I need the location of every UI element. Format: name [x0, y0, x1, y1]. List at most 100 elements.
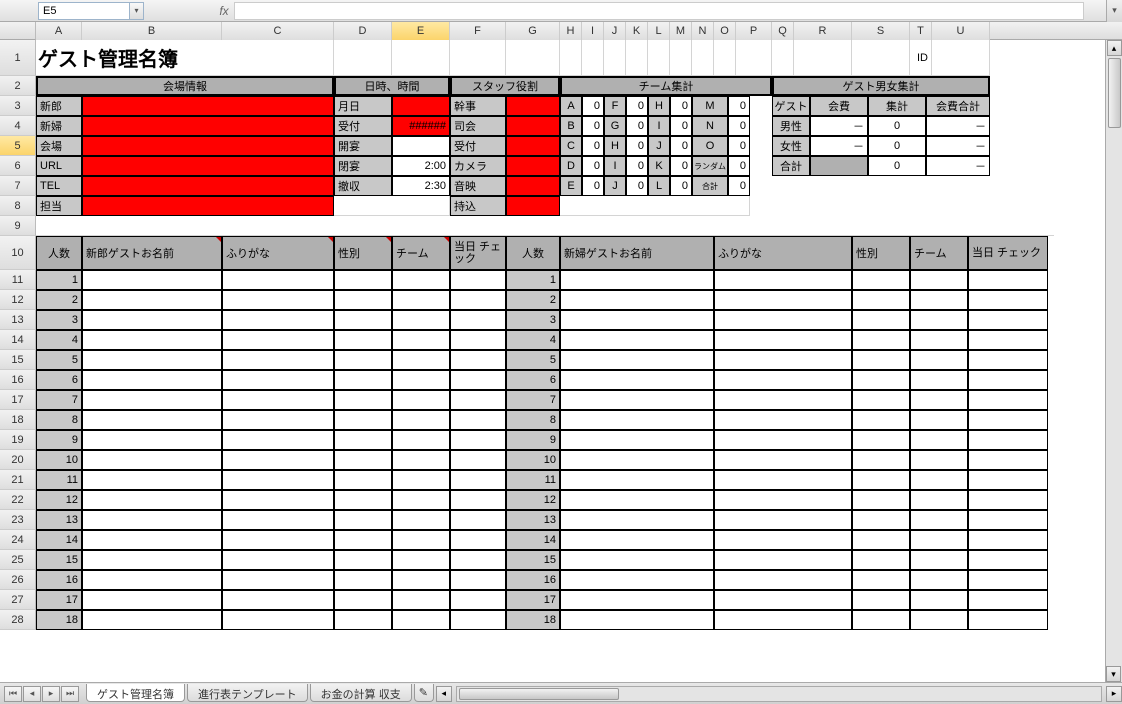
- col-groom-name[interactable]: 新郎ゲストお名前: [82, 236, 222, 270]
- guest-furigana-right[interactable]: [714, 310, 852, 330]
- row-header[interactable]: 8: [0, 196, 36, 216]
- name-box[interactable]: E5: [38, 2, 130, 20]
- guest-name-left[interactable]: [82, 410, 222, 430]
- row-header[interactable]: 12: [0, 290, 36, 310]
- guest-team-right[interactable]: [910, 390, 968, 410]
- col-header-K[interactable]: K: [626, 22, 648, 40]
- guest-gender-right[interactable]: [852, 550, 910, 570]
- team-cell[interactable]: 0: [728, 176, 750, 196]
- col-furigana-right[interactable]: ふりがな: [714, 236, 852, 270]
- guest-team-right[interactable]: [910, 410, 968, 430]
- guest-check-right[interactable]: [968, 570, 1048, 590]
- row-header[interactable]: 6: [0, 156, 36, 176]
- staff-value[interactable]: [506, 136, 560, 156]
- guest-name-left[interactable]: [82, 570, 222, 590]
- team-cell[interactable]: 0: [670, 96, 692, 116]
- team-cell[interactable]: E: [560, 176, 582, 196]
- team-cell[interactable]: C: [560, 136, 582, 156]
- guest-name-left[interactable]: [82, 510, 222, 530]
- col-people-right[interactable]: 人数: [506, 236, 560, 270]
- team-cell[interactable]: O: [692, 136, 728, 156]
- guest-name-right[interactable]: [560, 550, 714, 570]
- guest-num-left[interactable]: 2: [36, 290, 82, 310]
- guest-furigana-left[interactable]: [222, 490, 334, 510]
- row-header[interactable]: 11: [0, 270, 36, 290]
- vscroll-track[interactable]: [1106, 57, 1122, 665]
- team-cell[interactable]: 合計: [692, 176, 728, 196]
- guest-gender-right[interactable]: [852, 610, 910, 630]
- guest-name-left[interactable]: [82, 550, 222, 570]
- guest-name-left[interactable]: [82, 270, 222, 290]
- guest-gender-left[interactable]: [334, 610, 392, 630]
- guest-furigana-right[interactable]: [714, 490, 852, 510]
- row-header[interactable]: 25: [0, 550, 36, 570]
- horizontal-scrollbar[interactable]: [456, 686, 1102, 702]
- col-gender-right[interactable]: 性別: [852, 236, 910, 270]
- guest-name-left[interactable]: [82, 430, 222, 450]
- cell[interactable]: [334, 196, 450, 216]
- guest-num-right[interactable]: 4: [506, 330, 560, 350]
- guest-gender-right[interactable]: [852, 470, 910, 490]
- guest-num-right[interactable]: 2: [506, 290, 560, 310]
- guest-num-left[interactable]: 1: [36, 270, 82, 290]
- col-header-A[interactable]: A: [36, 22, 82, 40]
- guest-name-right[interactable]: [560, 290, 714, 310]
- guest-gender-left[interactable]: [334, 310, 392, 330]
- guest-gender-left[interactable]: [334, 290, 392, 310]
- sheet-tab[interactable]: お金の計算 収支: [310, 684, 412, 702]
- guest-check-right[interactable]: [968, 610, 1048, 630]
- guest-furigana-left[interactable]: [222, 570, 334, 590]
- guest-num-right[interactable]: 5: [506, 350, 560, 370]
- guest-check-right[interactable]: [968, 370, 1048, 390]
- col-header-O[interactable]: O: [714, 22, 736, 40]
- guest-furigana-right[interactable]: [714, 430, 852, 450]
- col-header-M[interactable]: M: [670, 22, 692, 40]
- col-header-I[interactable]: I: [582, 22, 604, 40]
- guest-team-left[interactable]: [392, 610, 450, 630]
- guest-check-left[interactable]: [450, 610, 506, 630]
- guest-name-left[interactable]: [82, 610, 222, 630]
- col-gender-left[interactable]: 性別: [334, 236, 392, 270]
- guest-check-left[interactable]: [450, 570, 506, 590]
- guest-furigana-left[interactable]: [222, 590, 334, 610]
- vertical-scrollbar[interactable]: ▴ ▾: [1105, 40, 1122, 682]
- guest-num-right[interactable]: 8: [506, 410, 560, 430]
- cell[interactable]: [750, 116, 772, 136]
- gender-count[interactable]: 0: [868, 116, 926, 136]
- row-header[interactable]: 23: [0, 510, 36, 530]
- guest-check-right[interactable]: [968, 290, 1048, 310]
- row-header[interactable]: 17: [0, 390, 36, 410]
- guest-team-right[interactable]: [910, 450, 968, 470]
- guest-gender-right[interactable]: [852, 390, 910, 410]
- guest-name-right[interactable]: [560, 530, 714, 550]
- guest-name-left[interactable]: [82, 390, 222, 410]
- guest-name-right[interactable]: [560, 570, 714, 590]
- guest-gender-right[interactable]: [852, 370, 910, 390]
- guest-gender-left[interactable]: [334, 370, 392, 390]
- guest-num-right[interactable]: 3: [506, 310, 560, 330]
- hscroll-right-button[interactable]: ▸: [1106, 686, 1122, 702]
- staff-value[interactable]: [506, 176, 560, 196]
- guest-num-left[interactable]: 11: [36, 470, 82, 490]
- team-cell[interactable]: 0: [670, 176, 692, 196]
- venue-value[interactable]: [82, 116, 334, 136]
- row-header[interactable]: 13: [0, 310, 36, 330]
- row-header[interactable]: 16: [0, 370, 36, 390]
- guest-gender-left[interactable]: [334, 570, 392, 590]
- guest-furigana-left[interactable]: [222, 310, 334, 330]
- guest-num-right[interactable]: 18: [506, 610, 560, 630]
- team-cell[interactable]: 0: [728, 136, 750, 156]
- guest-furigana-right[interactable]: [714, 590, 852, 610]
- col-team-right[interactable]: チーム: [910, 236, 968, 270]
- guest-furigana-left[interactable]: [222, 470, 334, 490]
- col-header-P[interactable]: P: [736, 22, 772, 40]
- guest-num-right[interactable]: 10: [506, 450, 560, 470]
- venue-label[interactable]: 新婦: [36, 116, 82, 136]
- guest-gender-left[interactable]: [334, 350, 392, 370]
- hscroll-left-button[interactable]: ◂: [436, 686, 452, 702]
- team-cell[interactable]: 0: [582, 136, 604, 156]
- guest-furigana-left[interactable]: [222, 530, 334, 550]
- tab-first-button[interactable]: ⏮: [4, 686, 22, 702]
- team-cell[interactable]: J: [648, 136, 670, 156]
- guest-furigana-right[interactable]: [714, 270, 852, 290]
